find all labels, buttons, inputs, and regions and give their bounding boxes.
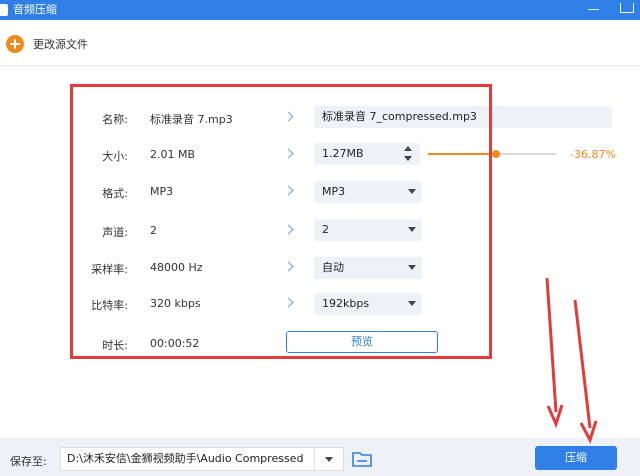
plus-icon bbox=[6, 35, 24, 53]
save-path-dropdown[interactable] bbox=[314, 447, 344, 471]
compression-slider-handle[interactable] bbox=[492, 150, 500, 158]
compression-percent: -36.87% bbox=[570, 148, 616, 161]
folder-icon[interactable] bbox=[352, 451, 372, 467]
save-path-input[interactable]: D:\沐禾安信\金狮视频助手\Audio Compressed bbox=[60, 447, 314, 471]
save-to-label: 保存至: bbox=[10, 455, 47, 468]
window-title: 音频压缩 bbox=[13, 3, 57, 16]
annotation-box bbox=[70, 84, 492, 359]
title-bar: 音频压缩 bbox=[0, 0, 640, 20]
toolbar: 更改源文件 bbox=[0, 20, 640, 66]
change-source-label: 更改源文件 bbox=[33, 38, 88, 51]
minimize-icon[interactable] bbox=[588, 9, 599, 10]
maximize-icon[interactable] bbox=[620, 3, 634, 13]
change-source-button[interactable]: 更改源文件 bbox=[6, 34, 88, 54]
compress-button[interactable]: 压缩 bbox=[535, 446, 617, 470]
dropdown-arrow-icon bbox=[325, 457, 333, 462]
app-icon bbox=[0, 4, 8, 16]
